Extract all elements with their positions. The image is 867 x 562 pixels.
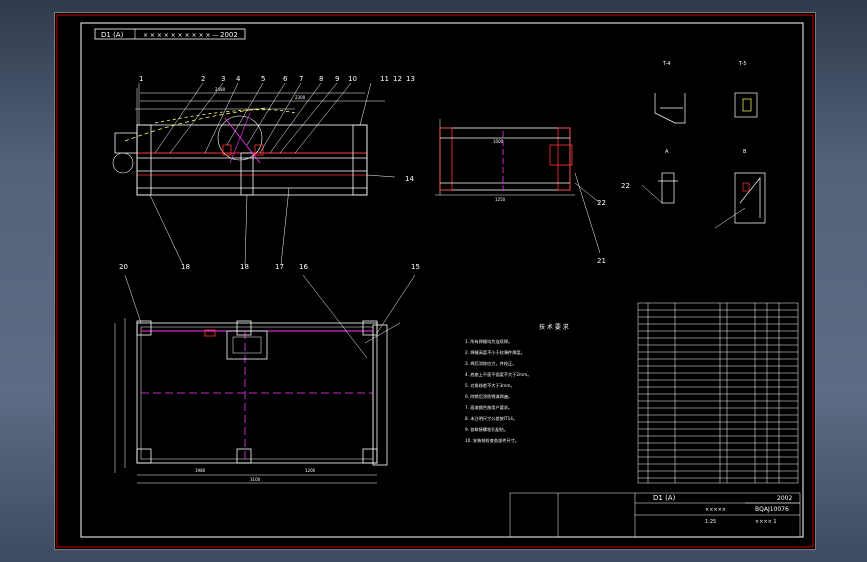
note-line: 1. 所有焊缝均为连续焊。	[465, 338, 512, 345]
balloon-11: 11	[380, 75, 389, 83]
balloon-13: 13	[406, 75, 415, 83]
top-title-box: D1 (A) 2002 × × × × × × × × × × —	[94, 28, 246, 40]
balloon-14: 14	[405, 175, 414, 183]
detail-views	[641, 92, 766, 229]
plan-dim-2: 1200	[305, 468, 316, 473]
note-line: 8. 未注明尺寸公差按IT14。	[465, 415, 517, 422]
section-label-1: T-4	[662, 61, 671, 67]
balloon-3: 3	[221, 75, 225, 83]
front-view	[112, 82, 396, 266]
note-line: 2. 焊缝高度不小于较薄件厚度。	[465, 349, 525, 356]
svg-text:× × × × × × × × × × —: × × × × × × × × × × —	[143, 32, 218, 39]
balloon-17: 17	[275, 263, 284, 271]
outer-frame	[56, 14, 814, 548]
note-line: 6. 除锈后涂防锈漆两遍。	[465, 393, 512, 400]
balloon-6: 6	[283, 75, 288, 83]
balloon-21: 21	[597, 257, 606, 265]
balloon-16: 16	[299, 263, 308, 271]
side-dim-2: 1000	[493, 139, 504, 144]
title-block-sheet: ×××× 1	[755, 519, 777, 525]
top-title-label: D1 (A)	[101, 31, 124, 39]
technical-drawing: D1 (A) 2002 × × × × × × × × × × — 1 2 3 …	[56, 14, 814, 548]
title-block-code: BQAJ10076	[755, 506, 789, 513]
plan-view	[114, 274, 416, 484]
balloon-5: 5	[261, 75, 265, 83]
balloon-2: 2	[201, 75, 205, 83]
balloon-numbers: 1 2 3 4 5 6 7 8 9 10 11 12 13 14 15 16 1…	[119, 75, 630, 271]
balloon-7: 7	[299, 75, 303, 83]
balloon-18b: 18	[240, 263, 249, 271]
balloon-1: 1	[139, 75, 143, 83]
parts-list-table	[637, 302, 799, 484]
technical-notes: 技 术 要 求 1. 所有焊缝均为连续焊。 2. 焊缝高度不小于较薄件厚度。 3…	[465, 323, 569, 444]
side-view	[435, 119, 601, 254]
note-line: 9. 各联接螺栓孔配钻。	[465, 426, 508, 433]
balloon-20: 20	[119, 263, 128, 271]
balloon-15: 15	[411, 263, 420, 271]
balloon-10: 10	[348, 75, 357, 83]
note-line: 3. 焊后消除应力，并校正。	[465, 360, 516, 367]
balloon-22b: 22	[621, 182, 630, 190]
note-line: 7. 面漆颜色按用户要求。	[465, 404, 512, 411]
notes-heading: 技 术 要 求	[539, 323, 569, 331]
balloon-22a: 22	[597, 199, 606, 207]
front-dim-1: 2480	[215, 87, 226, 92]
balloon-4: 4	[236, 75, 241, 83]
drawing-border	[80, 22, 804, 538]
balloon-18a: 18	[181, 263, 190, 271]
plan-dim-3: 3100	[250, 477, 261, 482]
balloon-9: 9	[335, 75, 339, 83]
title-block-scale: 1:25	[705, 519, 716, 525]
title-block-text: D1 (A) 2002 BQAJ10076 ××××× 1:25 ×××× 1	[653, 494, 792, 525]
balloon-8: 8	[319, 75, 323, 83]
title-block-year: 2002	[777, 495, 792, 502]
top-title-year: 2002	[220, 31, 238, 39]
section-label-4: B	[743, 149, 747, 155]
title-block-subcode: ×××××	[705, 507, 726, 513]
front-dim-2: 2300	[295, 95, 306, 100]
plan-dim-1: 1980	[195, 468, 206, 473]
side-dim-1: 1250	[495, 197, 506, 202]
section-label-2: T-5	[738, 61, 747, 67]
title-block-label: D1 (A)	[653, 494, 676, 502]
cad-viewport[interactable]: D1 (A) 2002 × × × × × × × × × × — 1 2 3 …	[54, 12, 816, 550]
note-line: 5. 对角线差不大于3mm。	[465, 382, 515, 389]
note-line: 4. 底座上平面平面度不大于2mm。	[465, 371, 531, 378]
balloon-12: 12	[393, 75, 402, 83]
note-line: 10. 安装前检查各部件尺寸。	[465, 437, 519, 444]
section-label-3: A	[665, 149, 669, 155]
